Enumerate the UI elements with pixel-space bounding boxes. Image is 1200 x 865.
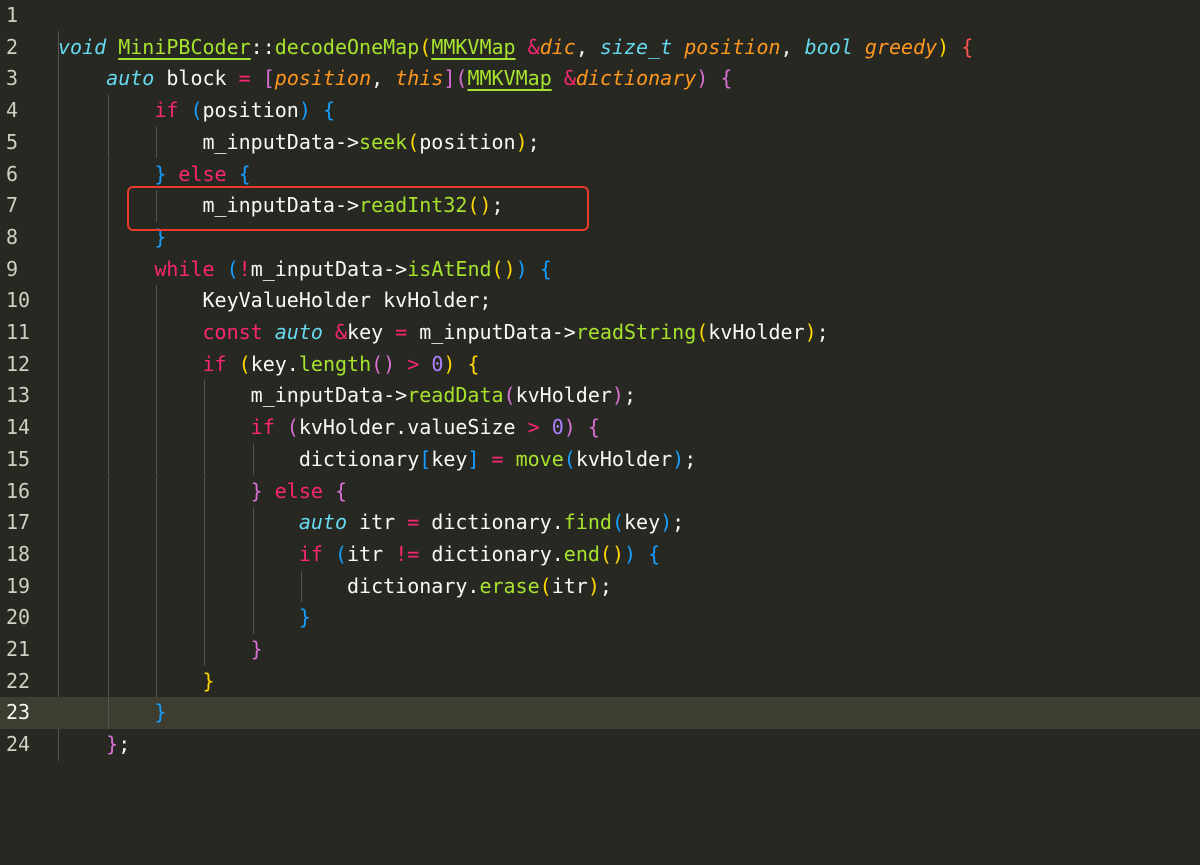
code-line[interactable]: 19 dictionary.erase(itr); bbox=[0, 570, 1200, 603]
code-text[interactable]: while (!m_inputData->isAtEnd()) { bbox=[58, 254, 551, 286]
line-number: 14 bbox=[6, 415, 31, 440]
line-number: 7 bbox=[6, 193, 19, 218]
code-text[interactable]: } else { bbox=[58, 159, 250, 191]
code-line[interactable]: 11 const auto &key = m_inputData->readSt… bbox=[0, 317, 1200, 349]
line-number: 13 bbox=[6, 383, 31, 408]
code-editor[interactable]: 1 2 void MiniPBCoder::decodeOneMap(MMKVMap… bbox=[0, 0, 1200, 865]
code-line[interactable]: 21 } bbox=[0, 634, 1200, 666]
code-line[interactable]: 4 if (position) { bbox=[0, 95, 1200, 127]
line-number: 22 bbox=[6, 668, 31, 693]
code-text[interactable]: if (position) { bbox=[58, 95, 335, 127]
code-line[interactable]: 20 } bbox=[0, 602, 1200, 634]
line-number: 12 bbox=[6, 351, 31, 376]
code-text[interactable]: } bbox=[58, 634, 263, 666]
code-line[interactable]: 12 if (key.length() > 0) { bbox=[0, 348, 1200, 381]
line-number: 23 bbox=[6, 700, 31, 725]
line-number: 17 bbox=[6, 510, 31, 535]
code-text[interactable]: } bbox=[58, 602, 311, 634]
code-line[interactable]: 7 m_inputData->readInt32(); bbox=[0, 190, 1200, 222]
code-line[interactable]: 13 m_inputData->readData(kvHolder); bbox=[0, 380, 1200, 413]
code-text[interactable]: dictionary[key] = move(kvHolder); bbox=[58, 444, 696, 476]
code-text[interactable]: void MiniPBCoder::decodeOneMap(MMKVMap &… bbox=[58, 32, 973, 64]
code-text[interactable]: KeyValueHolder kvHolder; bbox=[58, 285, 491, 317]
line-number: 19 bbox=[6, 573, 31, 598]
code-line[interactable]: 8 } bbox=[0, 221, 1200, 254]
line-number: 16 bbox=[6, 478, 31, 503]
code-text[interactable]: } else { bbox=[58, 476, 347, 508]
code-text[interactable]: if (itr != dictionary.end()) { bbox=[58, 539, 660, 571]
code-line[interactable]: 3 auto block = [position, this](MMKVMap … bbox=[0, 63, 1200, 95]
code-line[interactable]: 9 while (!m_inputData->isAtEnd()) { bbox=[0, 253, 1200, 286]
code-line[interactable]: 18 if (itr != dictionary.end()) { bbox=[0, 538, 1200, 571]
code-text[interactable]: if (key.length() > 0) { bbox=[58, 349, 480, 381]
code-line[interactable]: 16 } else { bbox=[0, 475, 1200, 508]
line-number: 18 bbox=[6, 541, 31, 566]
code-line[interactable]: 14 if (kvHolder.valueSize > 0) { bbox=[0, 412, 1200, 444]
code-text[interactable]: dictionary.erase(itr); bbox=[58, 571, 612, 603]
line-number: 11 bbox=[6, 320, 31, 344]
line-number: 1 bbox=[6, 3, 19, 27]
code-text[interactable]: const auto &key = m_inputData->readStrin… bbox=[58, 317, 829, 349]
code-line[interactable]: 17 auto itr = dictionary.find(key); bbox=[0, 507, 1200, 539]
line-number: 15 bbox=[6, 446, 31, 471]
line-number: 20 bbox=[6, 605, 31, 630]
code-text[interactable]: auto block = [position, this](MMKVMap &d… bbox=[58, 63, 732, 95]
line-number: 3 bbox=[6, 66, 19, 91]
line-number: 9 bbox=[6, 256, 19, 281]
line-number: 5 bbox=[6, 129, 19, 154]
code-text[interactable]: }; bbox=[58, 729, 130, 761]
code-text[interactable]: } bbox=[58, 222, 166, 254]
line-number: 10 bbox=[6, 288, 31, 313]
code-line[interactable]: 15 dictionary[key] = move(kvHolder); bbox=[0, 443, 1200, 476]
code-line[interactable]: 24 }; bbox=[0, 729, 1200, 761]
code-text[interactable]: if (kvHolder.valueSize > 0) { bbox=[58, 412, 600, 444]
line-number: 21 bbox=[6, 637, 31, 661]
line-number: 2 bbox=[6, 34, 19, 59]
code-line[interactable]: 10 KeyValueHolder kvHolder; bbox=[0, 285, 1200, 317]
line-number: 6 bbox=[6, 161, 19, 186]
code-text[interactable]: m_inputData->readData(kvHolder); bbox=[58, 380, 636, 412]
code-text[interactable]: } bbox=[58, 697, 166, 729]
code-line[interactable]: 2 void MiniPBCoder::decodeOneMap(MMKVMap … bbox=[0, 32, 1200, 64]
code-text[interactable]: m_inputData->seek(position); bbox=[58, 127, 539, 159]
code-line[interactable]: 22 } bbox=[0, 665, 1200, 698]
code-text[interactable]: m_inputData->readInt32(); bbox=[58, 190, 503, 222]
line-number: 4 bbox=[6, 98, 19, 123]
line-number: 8 bbox=[6, 224, 19, 249]
code-line[interactable]: 5 m_inputData->seek(position); bbox=[0, 126, 1200, 159]
code-line[interactable]: 23 } bbox=[0, 697, 1200, 730]
code-line[interactable]: 6 } else { bbox=[0, 158, 1200, 191]
code-line[interactable]: 1 bbox=[0, 0, 1200, 32]
line-number: 24 bbox=[6, 732, 31, 757]
code-text[interactable]: } bbox=[58, 666, 215, 698]
code-text[interactable]: auto itr = dictionary.find(key); bbox=[58, 507, 684, 539]
